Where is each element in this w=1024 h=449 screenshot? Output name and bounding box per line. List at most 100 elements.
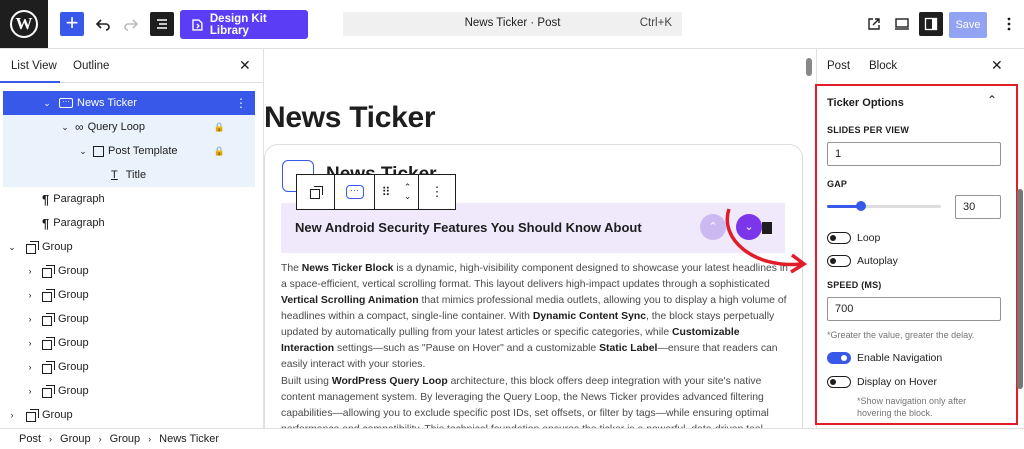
- loop-label: Loop: [857, 232, 881, 244]
- display-on-hover-toggle[interactable]: [827, 376, 851, 388]
- text-run: Built using: [281, 376, 332, 387]
- drag-handle[interactable]: ⠿: [375, 175, 397, 209]
- chevron-right-icon[interactable]: ›: [24, 266, 36, 276]
- paragraph-icon: ¶: [42, 191, 50, 207]
- settings-scrollbar[interactable]: [1017, 189, 1023, 389]
- settings-sidebar-button[interactable]: [919, 12, 943, 36]
- display-on-hover-label: Display on Hover: [857, 376, 937, 388]
- breadcrumb-item[interactable]: News Ticker: [159, 433, 219, 445]
- block-options-button[interactable]: ⋮: [419, 175, 455, 209]
- view-post-button[interactable]: [862, 12, 886, 36]
- tree-item-post-template[interactable]: ⌄ Post Template 🔒: [3, 139, 255, 163]
- add-block-button[interactable]: +: [60, 12, 84, 36]
- tree-item-group[interactable]: ⌄ Group: [0, 235, 252, 259]
- design-kit-library-button[interactable]: Design Kit Library: [180, 10, 308, 39]
- save-button[interactable]: Save: [949, 12, 987, 38]
- settings-panel: Post Block ✕ Ticker Options ⌃ SLIDES PER…: [815, 49, 1024, 428]
- tree-item-label: Title: [125, 169, 147, 181]
- speed-help-text: *Greater the value, greater the delay.: [827, 330, 975, 340]
- ticker-headline[interactable]: New Android Security Features You Should…: [295, 220, 642, 235]
- tab-block[interactable]: Block: [869, 60, 897, 72]
- tree-item-group[interactable]: › Group: [0, 403, 252, 427]
- block-type-button[interactable]: ···: [335, 175, 375, 209]
- tree-item-group[interactable]: › Group: [0, 283, 252, 307]
- tree-item-query-loop[interactable]: ⌄ ∞ Query Loop 🔒: [3, 115, 255, 139]
- title-icon: T: [111, 169, 118, 181]
- chevron-down-icon[interactable]: ⌄: [41, 98, 53, 109]
- breadcrumb-item[interactable]: Group: [110, 433, 141, 445]
- chevron-right-icon[interactable]: ›: [24, 338, 36, 348]
- tree-item-paragraph[interactable]: ¶ Paragraph: [0, 187, 252, 211]
- loop-toggle[interactable]: [827, 232, 851, 244]
- toggle-knob: [830, 378, 836, 385]
- chevron-down-icon[interactable]: ⌄: [59, 122, 71, 133]
- bold-run: News Ticker Block: [301, 263, 394, 274]
- tree-item-label: Paragraph: [53, 217, 105, 229]
- breadcrumb-item[interactable]: Group: [60, 433, 91, 445]
- tree-item-paragraph[interactable]: ¶ Paragraph: [0, 211, 252, 235]
- group-icon: [42, 313, 55, 326]
- tree-item-group[interactable]: › Group: [0, 259, 252, 283]
- paragraph-2[interactable]: Built using WordPress Query Loop archite…: [281, 374, 788, 428]
- paragraph-1[interactable]: The News Ticker Block is a dynamic, high…: [281, 261, 788, 373]
- canvas-scrollbar[interactable]: [806, 58, 812, 76]
- group-icon: [42, 337, 55, 350]
- tab-post[interactable]: Post: [827, 60, 850, 72]
- gap-input[interactable]: 30: [955, 195, 1001, 219]
- speed-input[interactable]: 700: [827, 297, 1001, 321]
- bold-run: Static Label: [599, 343, 658, 354]
- close-icon[interactable]: ✕: [991, 57, 1003, 74]
- transform-button[interactable]: [297, 175, 335, 209]
- tree-item-group[interactable]: › Group: [0, 355, 252, 379]
- enable-navigation-toggle[interactable]: [827, 352, 851, 364]
- chevron-up-icon[interactable]: ⌃: [987, 93, 997, 107]
- list-view-panel: List View Outline ✕ ⌄ ··· News Ticker ⋮ …: [0, 49, 264, 428]
- more-vertical-icon[interactable]: ⋮: [235, 96, 247, 110]
- breadcrumb-item[interactable]: Post: [19, 433, 41, 445]
- tree-item-title[interactable]: T Title: [3, 163, 255, 187]
- close-icon[interactable]: ✕: [239, 57, 251, 74]
- command-palette-bar[interactable]: News Ticker · Post Ctrl+K: [343, 12, 682, 36]
- group-icon: [42, 361, 55, 374]
- preview-button[interactable]: [890, 12, 914, 36]
- move-buttons[interactable]: ⌃ ⌄: [397, 175, 419, 209]
- paragraph-icon: ¶: [42, 215, 50, 231]
- chevron-right-icon[interactable]: ›: [24, 362, 36, 372]
- chevron-right-icon: ›: [98, 434, 102, 444]
- bold-run: Vertical Scrolling Animation: [281, 295, 419, 306]
- slides-per-view-input[interactable]: 1: [827, 142, 1001, 166]
- group-icon: [42, 265, 55, 278]
- speed-label: SPEED (MS): [827, 280, 882, 290]
- options-menu-button[interactable]: [997, 12, 1021, 36]
- document-overview-button[interactable]: [150, 12, 174, 36]
- loop-icon: ∞: [75, 120, 84, 134]
- gap-slider[interactable]: [827, 201, 941, 211]
- chevron-right-icon[interactable]: ›: [24, 290, 36, 300]
- chevron-down-icon[interactable]: ⌄: [77, 146, 89, 157]
- move-down-icon[interactable]: ⌄: [404, 192, 412, 201]
- tree-item-group[interactable]: › Group: [0, 379, 252, 403]
- tree-item-group[interactable]: › Group: [0, 331, 252, 355]
- tree-item-news-ticker[interactable]: ⌄ ··· News Ticker ⋮: [3, 91, 255, 115]
- tree-item-group[interactable]: › Group: [0, 307, 252, 331]
- tree-item-label: Query Loop: [87, 121, 146, 133]
- page-title[interactable]: News Ticker: [264, 101, 436, 135]
- list-view-icon: [157, 19, 167, 29]
- undo-button[interactable]: [91, 12, 115, 36]
- redo-icon: [124, 19, 139, 31]
- wordpress-logo-button[interactable]: W: [0, 0, 48, 48]
- autoplay-toggle[interactable]: [827, 255, 851, 267]
- chevron-down-icon[interactable]: ⌄: [6, 242, 18, 253]
- chevron-right-icon[interactable]: ›: [24, 386, 36, 396]
- chevron-right-icon[interactable]: ›: [24, 314, 36, 324]
- enable-navigation-label: Enable Navigation: [857, 352, 943, 364]
- editor-canvas: News Ticker News Ticker New Android Secu…: [264, 49, 816, 428]
- section-title[interactable]: Ticker Options: [827, 97, 904, 109]
- redo-button[interactable]: [119, 12, 143, 36]
- tab-outline[interactable]: Outline: [73, 60, 109, 72]
- design-kit-icon: [192, 18, 203, 31]
- chevron-right-icon[interactable]: ›: [6, 410, 18, 420]
- bold-run: WordPress Query Loop: [331, 376, 448, 387]
- ticker-bar[interactable]: New Android Security Features You Should…: [281, 203, 785, 253]
- tab-list-view[interactable]: List View: [11, 60, 57, 72]
